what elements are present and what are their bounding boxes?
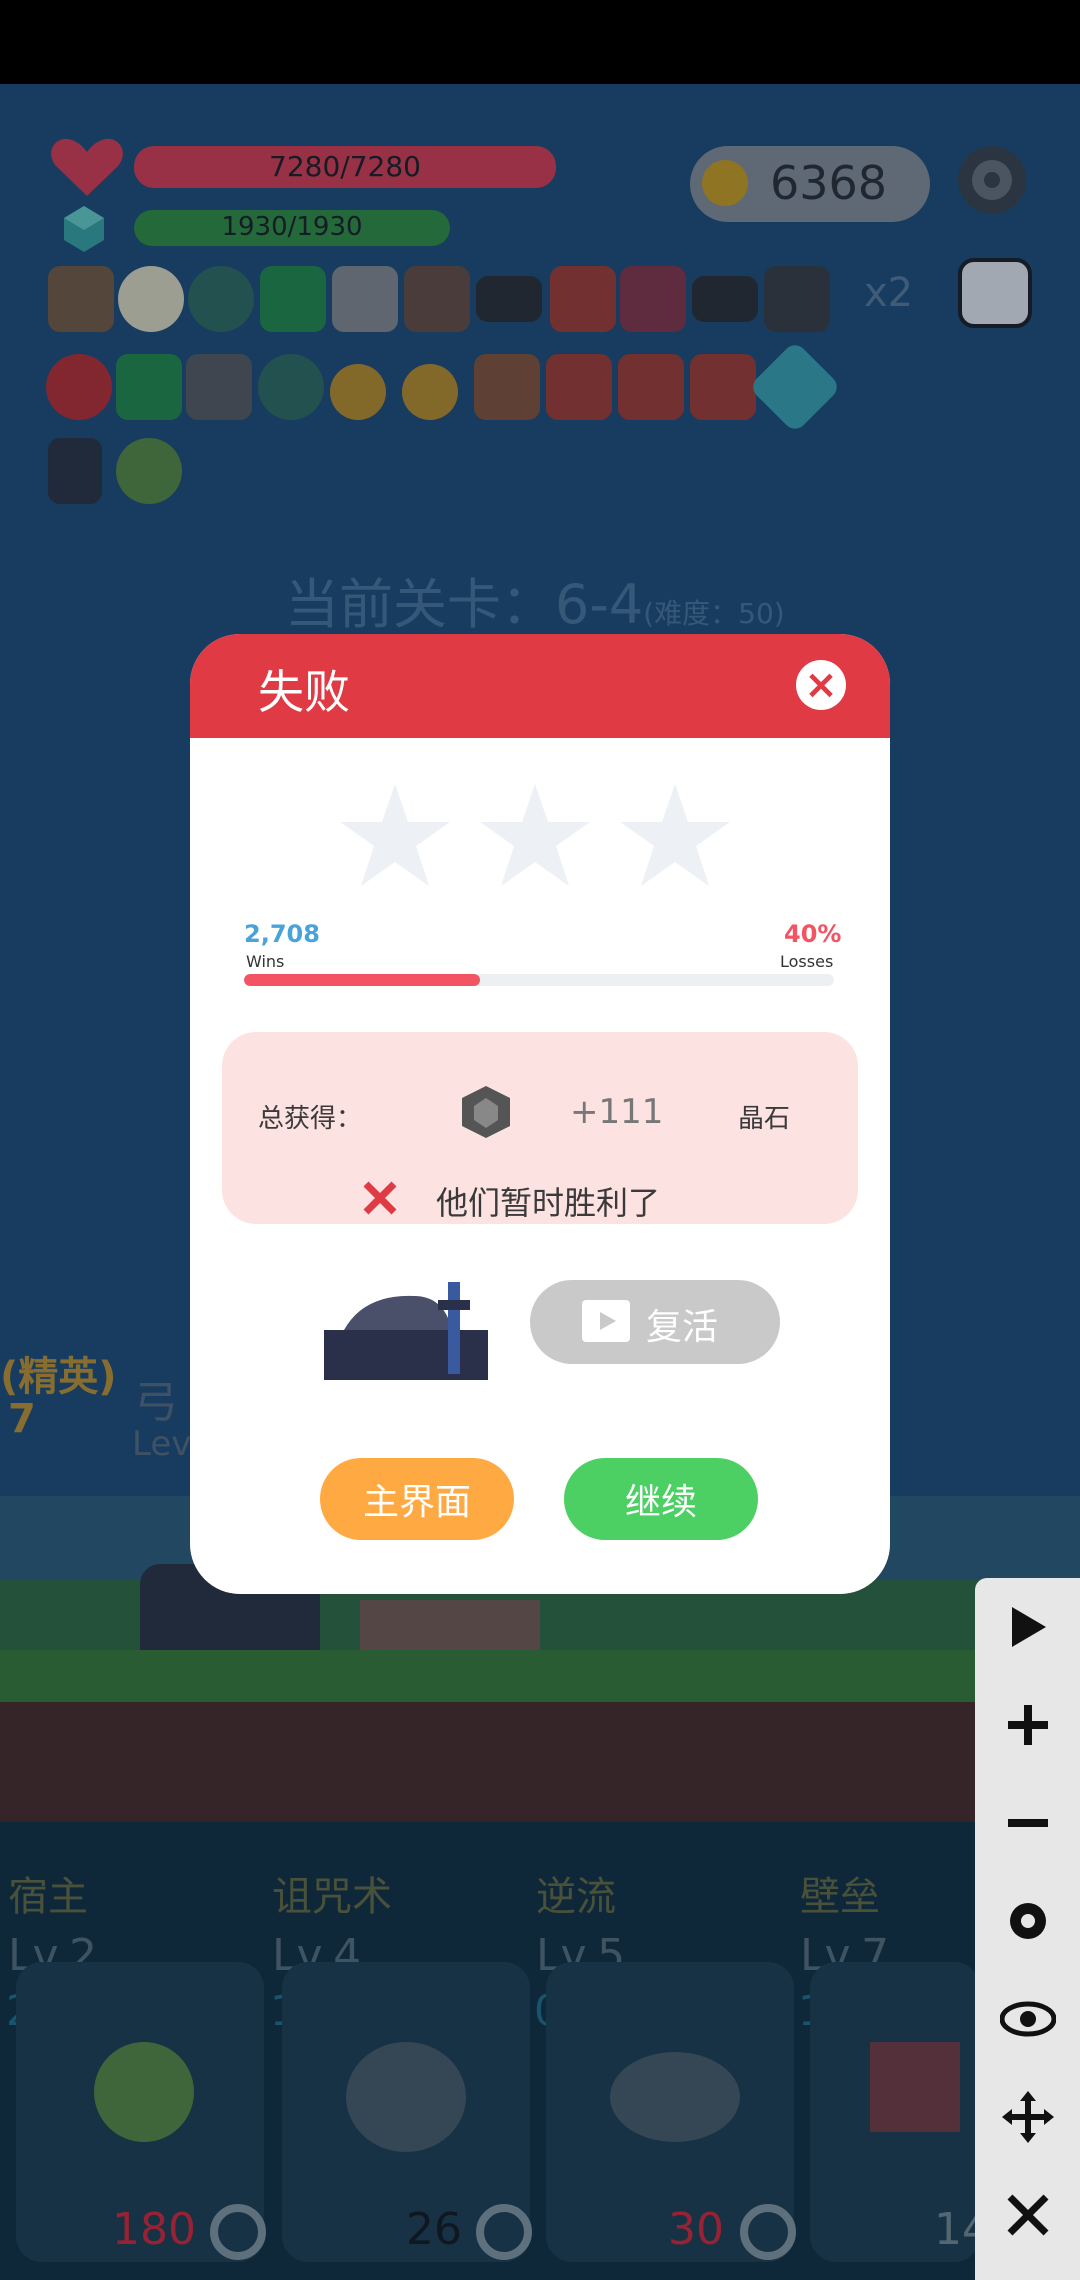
video-icon xyxy=(582,1300,630,1342)
gear-button[interactable] xyxy=(975,1872,1080,1970)
loss-progress-fill xyxy=(244,974,480,986)
move-button[interactable] xyxy=(975,2068,1080,2166)
eye-icon xyxy=(999,2001,1056,2037)
star-icon xyxy=(480,784,590,886)
close-icon xyxy=(1007,2194,1048,2236)
close-button[interactable]: × xyxy=(796,660,846,710)
status-bar xyxy=(0,0,1080,84)
minus-icon xyxy=(1007,1819,1048,1827)
plus-button[interactable] xyxy=(975,1676,1080,1774)
gem-icon xyxy=(462,1086,510,1138)
main-menu-button[interactable]: 主界面 xyxy=(320,1458,514,1540)
revive-button[interactable]: 复活 xyxy=(530,1280,780,1364)
continue-label: 继续 xyxy=(624,1482,697,1523)
revive-label: 复活 xyxy=(646,1307,719,1348)
star-icon xyxy=(620,784,730,886)
defeat-dialog: 失败 × 2,708 Wins 40% Losses 总获得： +111 晶石 … xyxy=(190,634,890,1594)
losses-value: 40% xyxy=(784,920,842,948)
minus-button[interactable] xyxy=(975,1774,1080,1872)
move-icon xyxy=(1001,2091,1054,2143)
reward-currency: 晶石 xyxy=(738,1104,791,1134)
main-menu-label: 主界面 xyxy=(362,1482,471,1523)
dialog-title: 失败 xyxy=(258,665,350,719)
losses-label: Losses xyxy=(780,952,834,971)
wins-value: 2,708 xyxy=(244,920,320,948)
reward-amount: +111 xyxy=(570,1092,664,1132)
eye-button[interactable] xyxy=(975,1970,1080,2068)
star-rating xyxy=(340,784,730,886)
reward-label: 总获得： xyxy=(258,1104,363,1134)
close-icon: × xyxy=(804,662,838,708)
wins-label: Wins xyxy=(246,952,285,971)
plus-icon xyxy=(1007,1705,1048,1745)
x-icon xyxy=(363,1181,397,1215)
play-icon xyxy=(1011,1607,1046,1647)
play-button[interactable] xyxy=(975,1578,1080,1676)
side-toolbar xyxy=(975,1578,1080,2280)
fallen-hero-sprite xyxy=(324,1282,488,1380)
star-icon xyxy=(340,784,450,886)
defeat-message: 他们暂时胜利了 xyxy=(436,1184,661,1222)
continue-button[interactable]: 继续 xyxy=(564,1458,758,1540)
loss-progress-bar xyxy=(244,974,834,986)
gear-icon xyxy=(1009,1903,1046,1939)
close-toolbar-button[interactable] xyxy=(975,2166,1080,2264)
